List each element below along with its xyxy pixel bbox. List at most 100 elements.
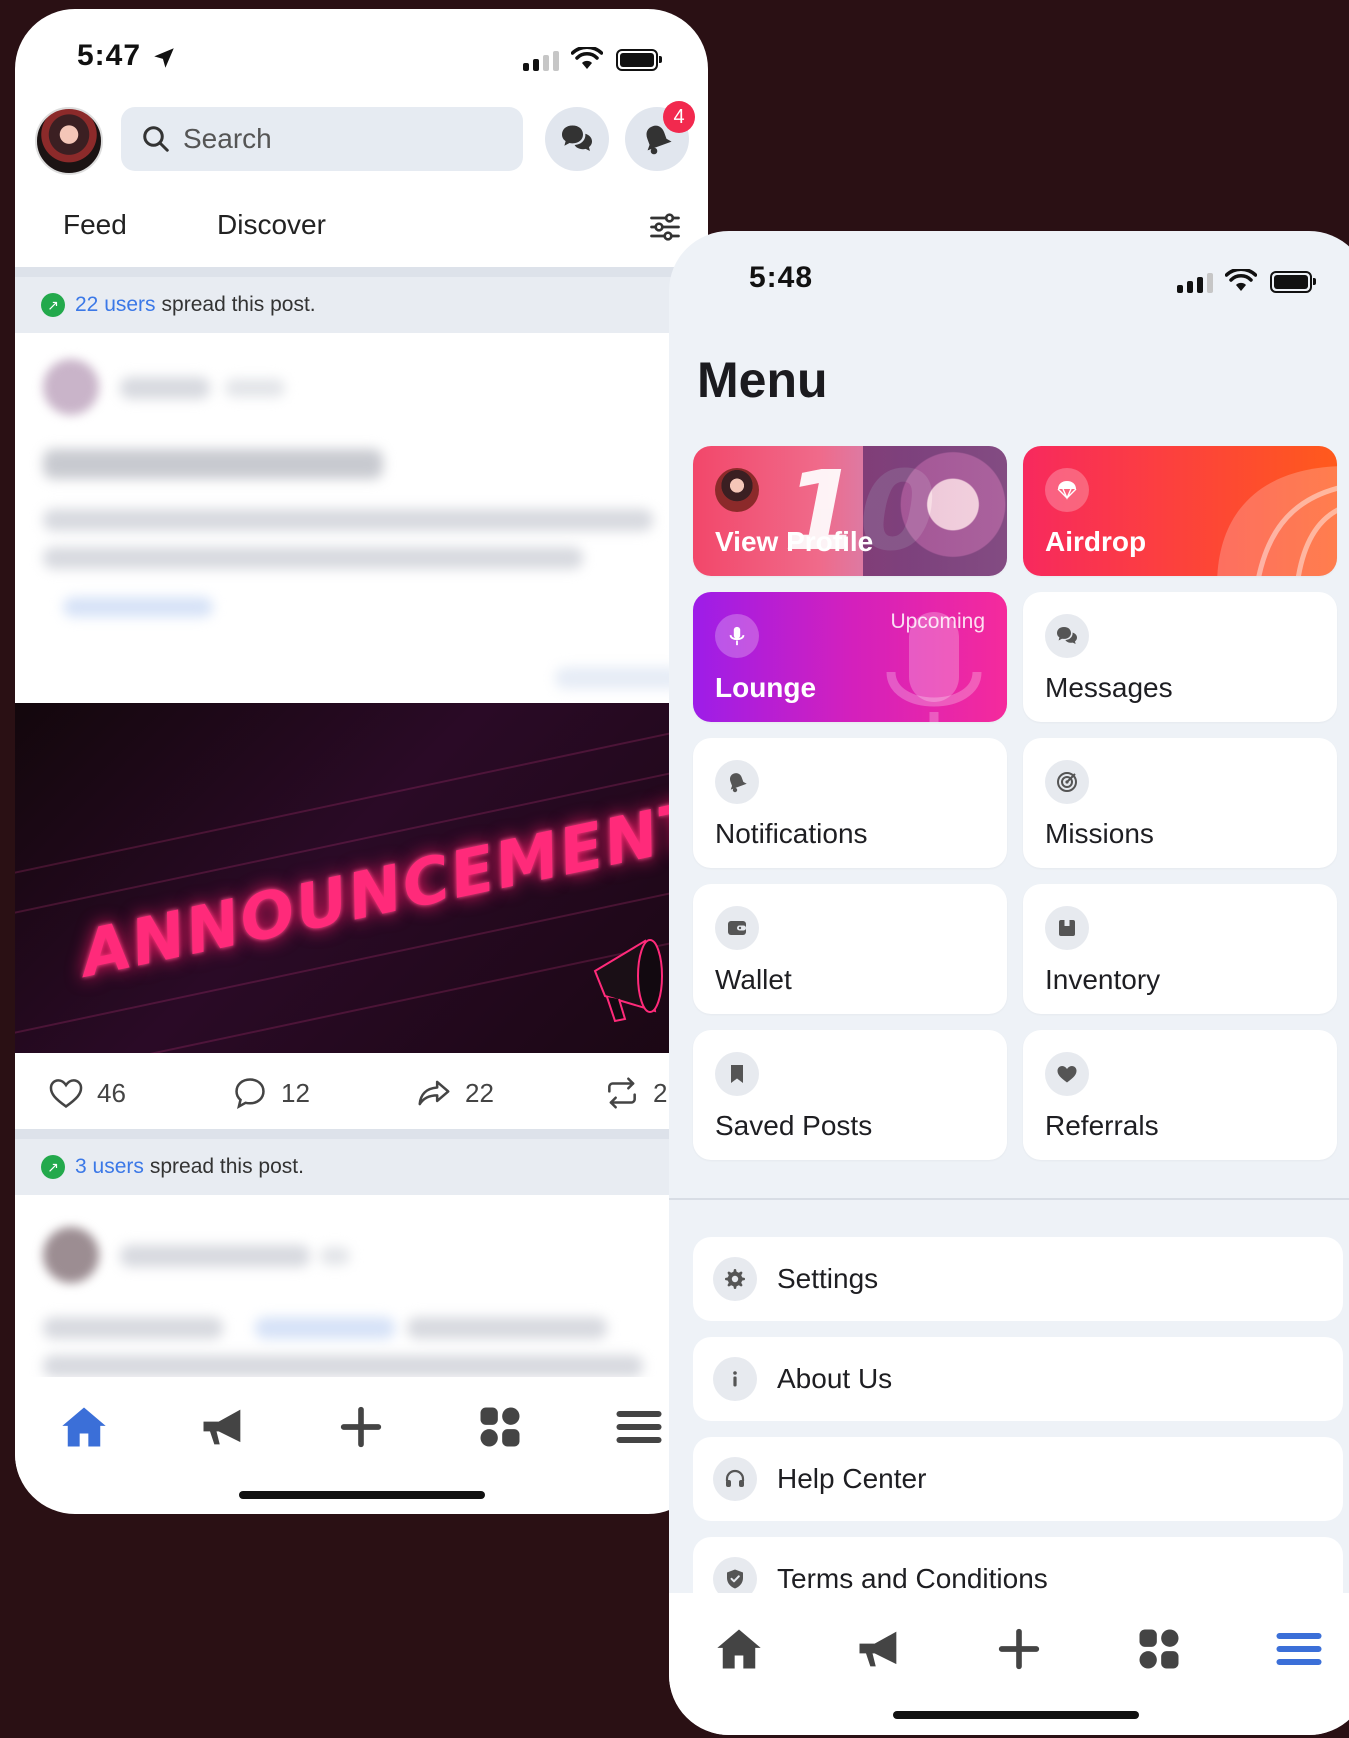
wifi-icon <box>571 47 603 69</box>
saved-posts-tile[interactable]: Saved Posts <box>693 1030 1007 1160</box>
share-icon <box>418 1080 450 1106</box>
share-button[interactable]: 22 <box>415 1074 494 1112</box>
inventory-tile[interactable]: Inventory <box>1023 884 1337 1014</box>
wallet-label: Wallet <box>715 964 792 995</box>
apps-icon[interactable] <box>474 1401 526 1453</box>
share-count: 22 <box>465 1077 494 1108</box>
settings-label: Settings <box>777 1263 879 1294</box>
status-time: 5:47 <box>77 39 142 72</box>
target-icon <box>1045 760 1089 804</box>
lounge-label: Lounge <box>715 672 817 703</box>
referrals-label: Referrals <box>1045 1110 1159 1141</box>
headset-icon <box>713 1457 757 1501</box>
apps-icon[interactable] <box>1133 1623 1185 1675</box>
like-count: 46 <box>97 1077 126 1108</box>
lounge-tile[interactable]: Upcoming Lounge <box>693 592 1007 722</box>
feed-screen: 5:47 Search 4 Feed Discover ↗ 22 users s… <box>15 9 708 1514</box>
search-icon <box>143 126 169 152</box>
spread-users-link[interactable]: 22 users <box>75 293 156 317</box>
spread-users-link[interactable]: 3 users <box>75 1155 144 1179</box>
notifications-label: Notifications <box>715 818 868 849</box>
about-us-label: About Us <box>777 1363 893 1394</box>
comment-count: 12 <box>281 1077 310 1108</box>
avatar <box>715 468 759 512</box>
bottom-nav <box>669 1599 1349 1699</box>
repost-icon <box>608 1077 636 1109</box>
signal-icon <box>523 51 559 71</box>
view-profile-tile[interactable]: 10 View Profile <box>693 446 1007 576</box>
battery-icon <box>1270 271 1316 293</box>
messages-button[interactable] <box>545 107 609 171</box>
hamburger-icon[interactable] <box>613 1401 665 1453</box>
search-input[interactable]: Search <box>121 107 523 171</box>
spread-info-bar: ↗ 3 users spread this post. <box>15 1129 708 1195</box>
chat-icon <box>562 125 592 151</box>
messages-label: Messages <box>1045 672 1173 703</box>
saved-posts-label: Saved Posts <box>715 1110 873 1141</box>
airdrop-tile[interactable]: Airdrop <box>1023 446 1337 576</box>
section-divider <box>669 1198 1349 1200</box>
upcoming-badge: Upcoming <box>890 610 985 633</box>
home-indicator <box>239 1491 485 1499</box>
spread-icon: ↗ <box>41 1155 65 1179</box>
repost-count: 2 <box>653 1077 668 1108</box>
announcement-image[interactable]: ANNOUNCEMENT <box>15 703 708 1053</box>
signal-icon <box>1177 273 1213 293</box>
plus-icon[interactable] <box>993 1623 1045 1675</box>
like-button[interactable]: 46 <box>47 1074 126 1112</box>
missions-label: Missions <box>1045 818 1154 849</box>
airdrop-label: Airdrop <box>1045 526 1147 557</box>
notifications-badge: 4 <box>663 101 695 133</box>
help-center-row[interactable]: Help Center <box>693 1437 1343 1521</box>
status-time: 5:48 <box>749 261 814 294</box>
megaphone-icon[interactable] <box>853 1623 905 1675</box>
help-center-label: Help Center <box>777 1463 927 1494</box>
battery-icon <box>616 49 662 71</box>
view-profile-label: View Profile <box>715 526 874 557</box>
profile-illustration <box>863 446 1007 576</box>
chat-icon <box>1045 614 1089 658</box>
parachute-icon <box>1045 468 1089 512</box>
info-icon <box>713 1357 757 1401</box>
bottom-nav <box>15 1377 708 1477</box>
parachute-graphic <box>1217 466 1337 576</box>
home-indicator <box>893 1711 1139 1719</box>
search-placeholder: Search <box>183 123 272 154</box>
gear-icon <box>713 1257 757 1301</box>
status-bar: 5:48 <box>669 231 1349 321</box>
microphone-icon <box>715 614 759 658</box>
bookmark-icon <box>715 1052 759 1096</box>
referrals-tile[interactable]: Referrals <box>1023 1030 1337 1160</box>
profile-avatar[interactable] <box>35 107 103 175</box>
wallet-icon <box>715 906 759 950</box>
inventory-label: Inventory <box>1045 964 1161 995</box>
repost-button[interactable]: 2 <box>603 1074 667 1112</box>
tab-discover[interactable]: Discover <box>217 209 326 241</box>
tab-feed[interactable]: Feed <box>63 209 127 241</box>
messages-tile[interactable]: Messages <box>1023 592 1337 722</box>
comment-icon <box>235 1078 265 1109</box>
menu-screen: 5:48 Menu 10 View Profile Airdrop Upcomi… <box>669 231 1349 1735</box>
spread-text: spread this post. <box>149 1155 304 1178</box>
status-bar: 5:47 <box>15 9 708 99</box>
about-us-row[interactable]: About Us <box>693 1337 1343 1421</box>
heart-icon <box>49 1079 83 1109</box>
notifications-tile[interactable]: Notifications <box>693 738 1007 868</box>
home-icon[interactable] <box>713 1623 765 1675</box>
home-icon[interactable] <box>58 1401 110 1453</box>
wifi-icon <box>1225 269 1257 291</box>
terms-label: Terms and Conditions <box>777 1563 1048 1594</box>
missions-tile[interactable]: Missions <box>1023 738 1337 868</box>
megaphone-icon[interactable] <box>197 1401 249 1453</box>
wallet-tile[interactable]: Wallet <box>693 884 1007 1014</box>
page-title: Menu <box>697 352 828 408</box>
bell-icon <box>715 760 759 804</box>
plus-icon[interactable] <box>335 1401 387 1453</box>
hamburger-icon[interactable] <box>1273 1623 1325 1675</box>
comment-button[interactable]: 12 <box>231 1074 310 1112</box>
heart-icon <box>1045 1052 1089 1096</box>
location-arrow-icon <box>154 48 174 68</box>
spread-text: spread this post. <box>161 293 316 316</box>
settings-row[interactable]: Settings <box>693 1237 1343 1321</box>
box-icon <box>1045 906 1089 950</box>
